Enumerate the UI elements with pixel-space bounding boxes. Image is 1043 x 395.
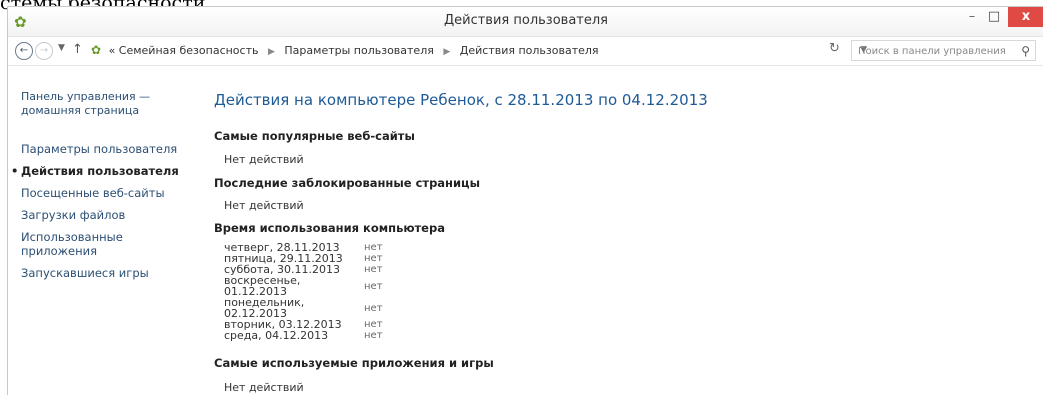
search-placeholder: Поиск в панели управления <box>858 46 1006 57</box>
blocked-pages-empty: Нет действий <box>224 199 304 212</box>
up-arrow-icon[interactable]: ↑ <box>72 42 83 57</box>
forward-arrow-icon[interactable]: → <box>35 42 53 60</box>
usage-value: нет <box>364 264 383 275</box>
usage-date: воскресенье, 01.12.2013 <box>224 274 301 298</box>
navigation-bar: ← → ▼ ↑ ✿ « Семейная безопасность ▶ Пара… <box>8 37 1043 66</box>
breadcrumb-item[interactable]: Параметры пользователя <box>284 44 433 57</box>
sidebar-item-used-apps[interactable]: Использованные приложения <box>21 230 131 258</box>
title-bar[interactable]: ✿ Действия пользователя – □ x <box>8 7 1043 37</box>
usage-date: понедельник, 02.12.2013 <box>224 296 305 320</box>
usage-value: нет <box>364 242 383 253</box>
section-title-popular-sites: Самые популярные веб-сайты <box>214 129 415 143</box>
sidebar-home-link[interactable]: Панель управления — домашняя страница <box>21 90 171 118</box>
chevron-right-icon[interactable]: ▶ <box>443 47 450 57</box>
recent-locations-chevron-icon[interactable]: ▼ <box>58 43 65 53</box>
window-title: Действия пользователя <box>443 13 608 28</box>
sidebar-item-user-activity[interactable]: Действия пользователя <box>11 164 191 178</box>
usage-value: нет <box>364 280 383 292</box>
maximize-button[interactable]: □ <box>980 7 1008 27</box>
usage-value: нет <box>364 330 383 341</box>
refresh-icon[interactable]: ↻ <box>829 41 840 56</box>
control-panel-icon: ✿ <box>91 43 102 57</box>
apps-games-empty: Нет действий <box>224 381 304 394</box>
back-arrow-icon[interactable]: ← <box>15 42 33 60</box>
page-title: Действия на компьютере Ребенок, с 28.11.… <box>214 91 708 109</box>
breadcrumb-item[interactable]: Действия пользователя <box>460 44 599 57</box>
sidebar-list: Параметры пользователя Действия пользова… <box>11 142 191 288</box>
table-row: понедельник, 02.12.2013 нет <box>224 297 383 319</box>
chevron-right-icon[interactable]: ▶ <box>268 47 275 57</box>
breadcrumb-overflow[interactable]: « <box>109 44 116 57</box>
close-button[interactable]: x <box>1008 7 1043 27</box>
search-icon[interactable]: ⚲ <box>1021 41 1030 62</box>
section-title-apps-games: Самые используемые приложения и игры <box>214 356 494 370</box>
popular-sites-empty: Нет действий <box>224 153 304 166</box>
section-title-usage-time: Время использования компьютера <box>214 221 445 235</box>
sidebar-item-file-downloads[interactable]: Загрузки файлов <box>21 208 191 222</box>
usage-time-table: четверг, 28.11.2013 нет пятница, 29.11.20… <box>224 242 383 341</box>
usage-date: среда, 04.12.2013 <box>224 329 329 342</box>
control-panel-window: ✿ Действия пользователя – □ x ← → ▼ ↑ ✿ … <box>7 6 1043 395</box>
table-row: среда, 04.12.2013 нет <box>224 330 383 341</box>
usage-value: нет <box>364 302 383 314</box>
usage-value: нет <box>364 253 383 264</box>
breadcrumb-item[interactable]: Семейная безопасность <box>119 44 259 57</box>
search-input[interactable]: Поиск в панели управления ⚲ <box>851 40 1036 61</box>
sidebar-item-user-settings[interactable]: Параметры пользователя <box>21 142 191 156</box>
address-bar[interactable]: ✿ « Семейная безопасность ▶ Параметры по… <box>91 40 867 61</box>
sidebar-item-launched-games[interactable]: Запускавшиеся игры <box>21 266 191 280</box>
table-row: воскресенье, 01.12.2013 нет <box>224 275 383 297</box>
sidebar-item-visited-sites[interactable]: Посещенные веб-сайты <box>21 186 191 200</box>
sidebar: Панель управления — домашняя страница Па… <box>8 66 198 395</box>
section-title-blocked-pages: Последние заблокированные страницы <box>214 176 480 190</box>
usage-value: нет <box>364 319 383 330</box>
